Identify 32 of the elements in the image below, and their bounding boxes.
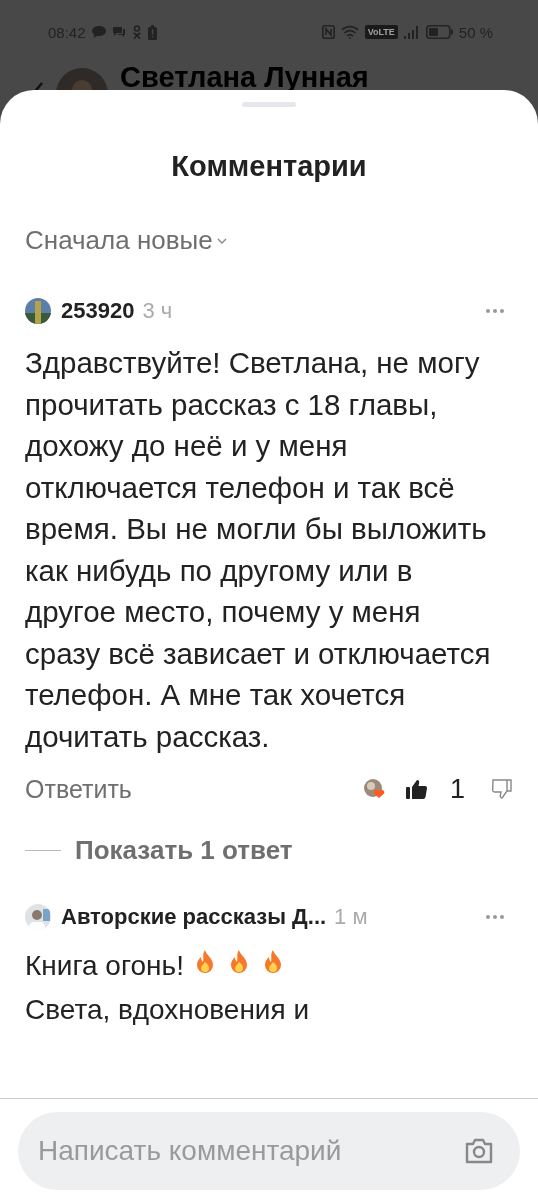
profile-name: Светлана Лунная — [120, 62, 369, 92]
drag-handle[interactable] — [242, 102, 296, 107]
dislike-button[interactable] — [491, 778, 513, 800]
user-avatar-icon — [25, 904, 51, 930]
show-replies-link[interactable]: Показать 1 ответ — [75, 835, 293, 866]
sheet-title: Комментарии — [170, 150, 368, 183]
comment-text: Книга огонь! — [25, 950, 184, 982]
battery-alert-icon — [147, 24, 157, 40]
comment-text: Света, вдохновения и — [25, 994, 310, 1026]
camera-icon — [464, 1137, 494, 1165]
network-badge: VoLTE — [364, 25, 398, 39]
nfc-icon — [321, 25, 335, 39]
chat-bubbles-icon — [111, 26, 126, 38]
more-icon — [485, 915, 505, 919]
signal-icon — [403, 25, 420, 39]
author-name[interactable]: 253920 — [61, 298, 135, 324]
reactor-avatar-icon — [363, 779, 386, 799]
sort-dropdown[interactable]: Сначала новые — [25, 225, 227, 256]
like-button[interactable] — [405, 779, 428, 799]
comment-time: 1 м — [334, 904, 368, 930]
author-name[interactable]: Авторские рассказы Д... — [61, 904, 327, 930]
more-icon — [485, 309, 505, 313]
battery-icon — [425, 25, 453, 39]
reply-button[interactable]: Ответить — [25, 774, 132, 804]
person-icon — [131, 25, 142, 39]
chat-icon — [91, 26, 106, 38]
comment-input[interactable]: Написать комментарий — [18, 1112, 520, 1190]
comment-text: Здравствуйте! Светлана, не могу прочитать рассказ с 18 главы, дохожу до неё и у меня отключается телефон и так всё время. Вы не могли бы выложить как нибудь по другому или в другое место, почему у меня сразу всё зависает и отключается телефон. А мне так хочется дочитать рассказ. — [25, 345, 492, 755]
like-count: 1 — [449, 773, 465, 805]
wifi-icon — [340, 25, 359, 39]
user-avatar-icon — [25, 298, 51, 324]
comment-time: 3 ч — [142, 298, 173, 324]
